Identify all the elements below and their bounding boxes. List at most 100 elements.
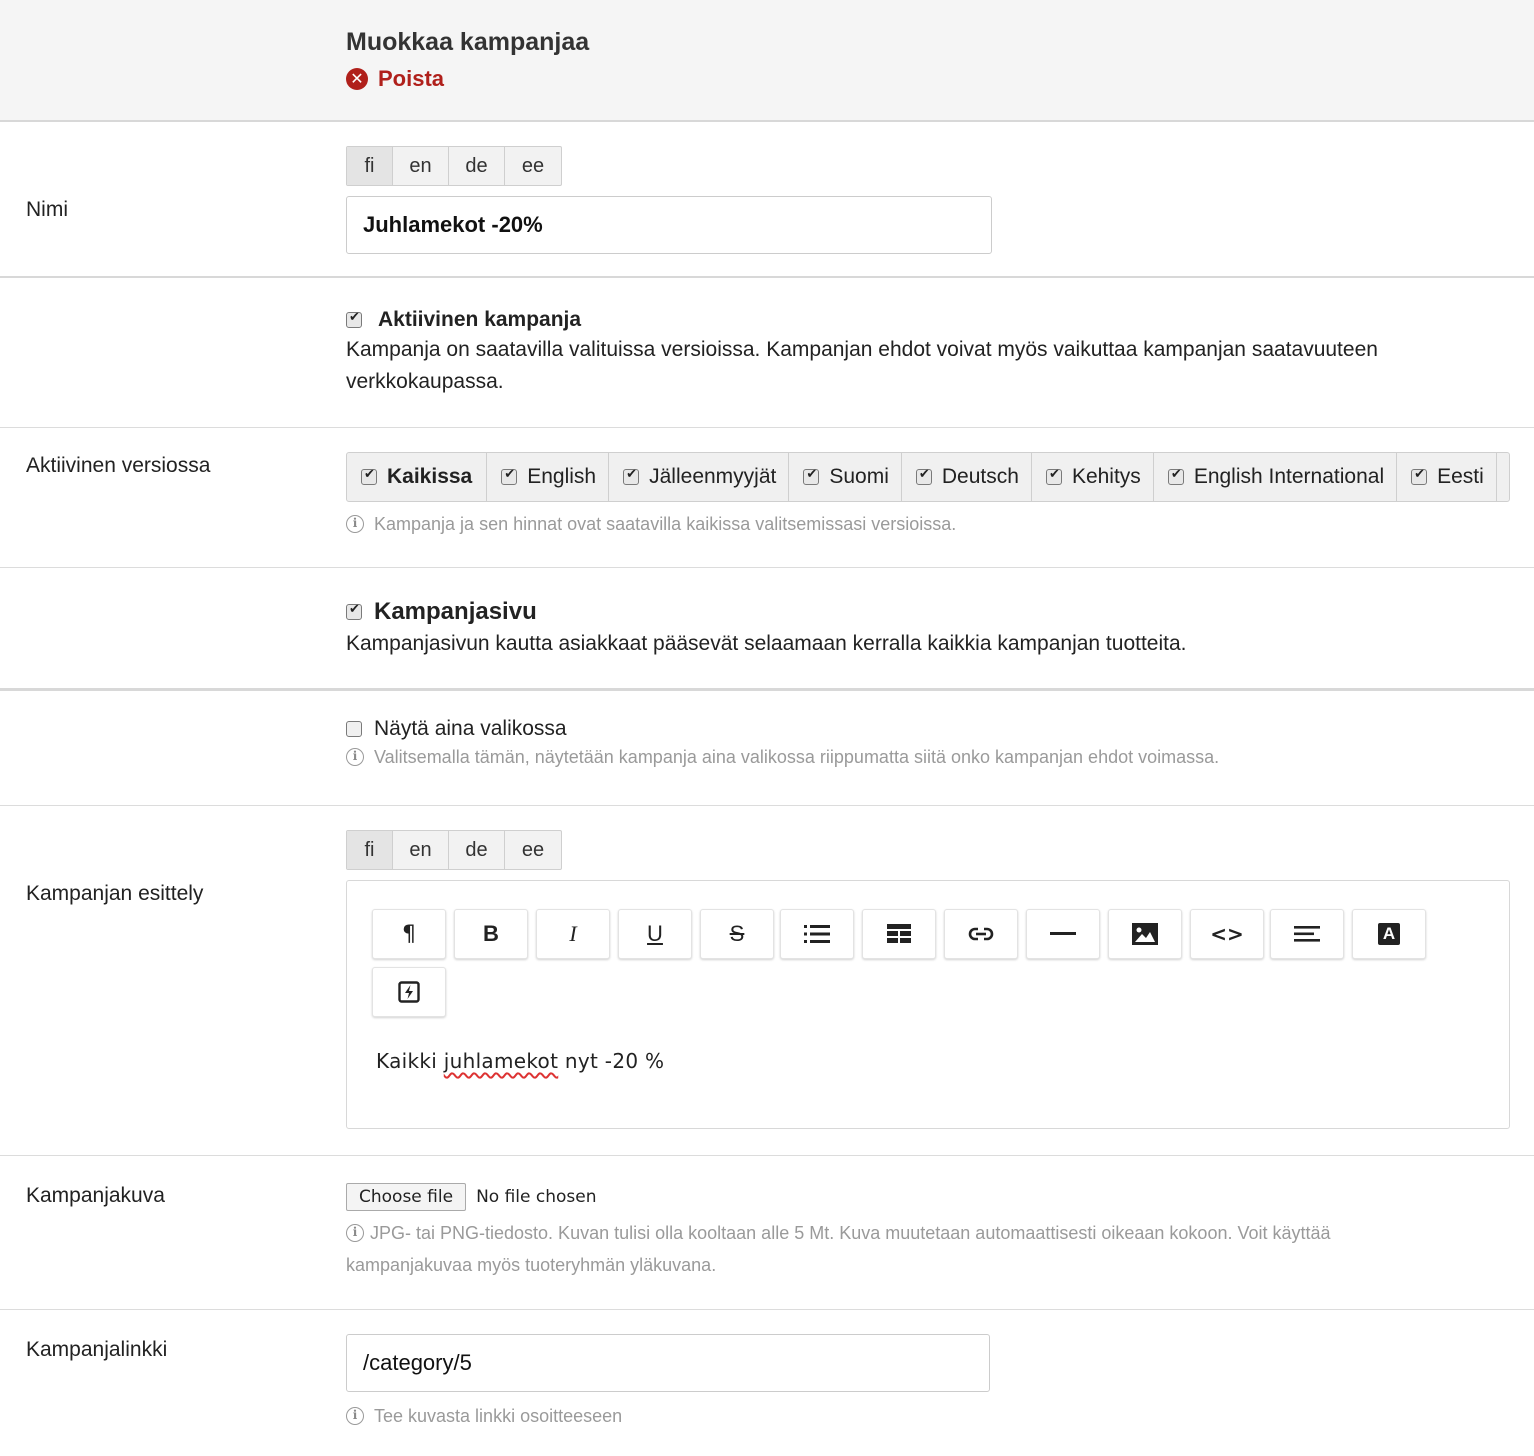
- name-input[interactable]: Juhlamekot -20%: [346, 196, 992, 254]
- image-icon: [1132, 923, 1158, 945]
- table-icon: [887, 924, 911, 943]
- versions-checkbox-group: Kaikissa English Jälleenmyyjät Suomi Deu…: [346, 452, 1510, 502]
- active-campaign-description: Kampanja on saatavilla valituissa versio…: [346, 338, 1378, 393]
- versions-hint: i Kampanja ja sen hinnat ovat saatavilla…: [346, 508, 1510, 540]
- align-button[interactable]: [1270, 909, 1344, 959]
- info-icon: i: [346, 1224, 364, 1242]
- editor-content[interactable]: Kaikki juhlamekot nyt -20 %: [376, 1049, 664, 1073]
- versions-label: Aktiivinen versiossa: [26, 454, 211, 477]
- bold-button[interactable]: B: [454, 909, 528, 959]
- campaign-page-label: Kampanjasivu: [374, 598, 537, 625]
- file-status: No file chosen: [476, 1187, 597, 1207]
- choose-file-button[interactable]: Choose file: [346, 1183, 467, 1211]
- version-option-jalleenmyyjat[interactable]: Jälleenmyyjät: [609, 453, 790, 501]
- campaign-link-input[interactable]: /category/5: [346, 1334, 990, 1392]
- list-icon: [804, 925, 830, 943]
- campaign-page-description: Kampanjasivun kautta asiakkaat pääsevät …: [346, 632, 1187, 655]
- image-button[interactable]: [1108, 909, 1182, 959]
- underline-button[interactable]: U: [618, 909, 692, 959]
- version-checkbox[interactable]: [1411, 467, 1428, 485]
- active-campaign-section: Aktiivinen kampanja Kampanja on saatavil…: [0, 278, 1534, 428]
- font-color-icon: A: [1378, 923, 1400, 945]
- link-hint-text: Tee kuvasta linkki osoitteeseen: [374, 1406, 623, 1426]
- name-section: Nimi fi en de ee Juhlamekot -20%: [0, 122, 1534, 278]
- version-checkbox[interactable]: [361, 467, 377, 485]
- version-checkbox[interactable]: [1045, 467, 1062, 485]
- version-checkbox[interactable]: [803, 467, 820, 485]
- version-option-suomi[interactable]: Suomi: [789, 453, 902, 501]
- link-hint: i Tee kuvasta linkki osoitteeseen: [346, 1400, 990, 1432]
- version-option-english[interactable]: English: [487, 453, 610, 501]
- italic-icon: I: [569, 921, 577, 946]
- delete-button[interactable]: ✕ Poista: [346, 66, 444, 92]
- bulleted-list-button[interactable]: [780, 909, 854, 959]
- image-label: Kampanjakuva: [26, 1184, 165, 1207]
- version-option-eesti[interactable]: Eesti: [1397, 453, 1497, 501]
- italic-button[interactable]: I: [536, 909, 610, 959]
- name-language-tabs: fi en de ee: [346, 146, 562, 186]
- page-title: Muokkaa kampanjaa: [346, 28, 590, 56]
- info-icon: i: [346, 515, 364, 533]
- text-color-button[interactable]: A: [1352, 909, 1426, 959]
- rich-text-editor[interactable]: ¶ B I U S <> A Kaikki juhlamekot nyt -20…: [346, 880, 1510, 1129]
- campaign-page-checkbox[interactable]: [346, 602, 362, 620]
- link-icon: [968, 927, 994, 941]
- version-checkbox[interactable]: [623, 467, 640, 485]
- horizontal-rule-icon: [1050, 932, 1076, 935]
- tab-lang-en[interactable]: en: [393, 147, 449, 185]
- tab-lang-de[interactable]: de: [449, 147, 505, 185]
- version-option-deutsch[interactable]: Deutsch: [902, 453, 1032, 501]
- version-label: Suomi: [829, 465, 889, 488]
- versions-section: Aktiivinen versiossa Kaikissa English Jä…: [0, 428, 1534, 568]
- show-in-menu-section: Näytä aina valikossa i Valitsemalla tämä…: [0, 691, 1534, 806]
- version-checkbox[interactable]: [915, 467, 932, 485]
- editor-text-part: nyt -20 %: [558, 1049, 665, 1073]
- version-label: Eesti: [1437, 465, 1484, 488]
- bold-icon: B: [483, 921, 499, 946]
- code-button[interactable]: <>: [1190, 909, 1264, 959]
- info-icon: i: [346, 748, 364, 766]
- versions-hint-text: Kampanja ja sen hinnat ovat saatavilla k…: [374, 514, 957, 534]
- version-option-kaikissa[interactable]: Kaikissa: [347, 453, 488, 501]
- name-label: Nimi: [26, 198, 68, 221]
- version-label: Kaikissa: [387, 465, 473, 488]
- horizontal-rule-button[interactable]: [1026, 909, 1100, 959]
- delete-label: Poista: [378, 66, 445, 91]
- version-option-english-international[interactable]: English International: [1154, 453, 1398, 501]
- version-option-kehitys[interactable]: Kehitys: [1032, 453, 1154, 501]
- version-label: English: [527, 465, 597, 488]
- link-label: Kampanjalinkki: [26, 1338, 168, 1361]
- show-in-menu-label: Näytä aina valikossa: [374, 717, 567, 740]
- show-in-menu-hint-text: Valitsemalla tämän, näytetään kampanja a…: [374, 747, 1220, 767]
- show-in-menu-hint: i Valitsemalla tämän, näytetään kampanja…: [346, 741, 1496, 773]
- tab-lang-ee[interactable]: ee: [505, 831, 561, 869]
- flash-icon: [398, 981, 420, 1003]
- clear-format-button[interactable]: [372, 967, 446, 1017]
- tab-lang-de[interactable]: de: [449, 831, 505, 869]
- table-button[interactable]: [862, 909, 936, 959]
- image-hint: i JPG- tai PNG-tiedosto. Kuvan tulisi oll…: [346, 1217, 1406, 1281]
- editor-text-part: Kaikki: [376, 1049, 444, 1073]
- version-checkbox[interactable]: [1167, 467, 1184, 485]
- tab-lang-fi[interactable]: fi: [347, 147, 393, 185]
- intro-label: Kampanjan esittely: [26, 882, 204, 905]
- active-campaign-label: Aktiivinen kampanja: [378, 308, 582, 331]
- strikethrough-button[interactable]: S: [700, 909, 774, 959]
- link-section: Kampanjalinkki /category/5 i Tee kuvasta…: [0, 1310, 1534, 1456]
- strikethrough-icon: S: [729, 921, 745, 946]
- show-in-menu-checkbox[interactable]: [346, 721, 362, 737]
- tab-lang-fi[interactable]: fi: [347, 831, 393, 869]
- info-icon: i: [346, 1407, 364, 1425]
- campaign-page-section: Kampanjasivu Kampanjasivun kautta asiakk…: [0, 568, 1534, 691]
- image-hint-text: JPG- tai PNG-tiedosto. Kuvan tulisi olla…: [346, 1223, 1331, 1275]
- link-button[interactable]: [944, 909, 1018, 959]
- underline-icon: U: [647, 921, 663, 946]
- tab-lang-en[interactable]: en: [393, 831, 449, 869]
- version-label: English International: [1193, 465, 1385, 488]
- tab-lang-ee[interactable]: ee: [505, 147, 561, 185]
- paragraph-format-button[interactable]: ¶: [372, 909, 446, 959]
- active-campaign-checkbox[interactable]: [346, 310, 362, 328]
- image-section: Kampanjakuva Choose file No file chosen …: [0, 1156, 1534, 1310]
- paragraph-icon: ¶: [402, 921, 416, 947]
- version-checkbox[interactable]: [501, 467, 518, 485]
